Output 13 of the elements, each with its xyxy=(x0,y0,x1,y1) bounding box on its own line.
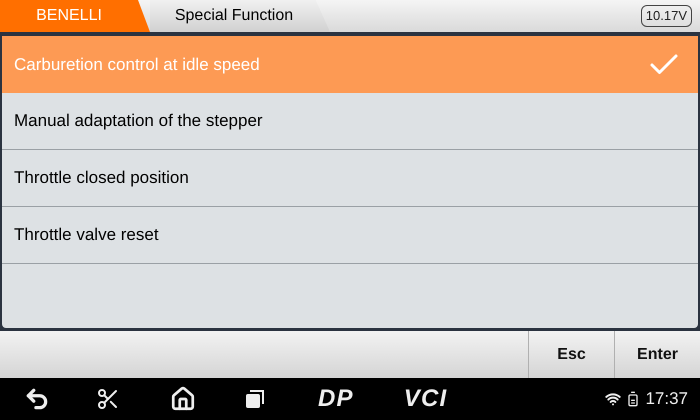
vci-logo[interactable]: VCI xyxy=(404,381,448,417)
wifi-icon xyxy=(605,391,622,407)
scissors-icon[interactable] xyxy=(96,387,120,411)
dp-logo[interactable]: DP xyxy=(318,381,354,417)
voltage-indicator: 10.17V xyxy=(640,5,692,27)
recent-apps-icon[interactable] xyxy=(244,388,266,410)
back-icon[interactable] xyxy=(24,386,50,412)
function-item[interactable]: Throttle valve reset xyxy=(2,207,698,264)
function-item[interactable]: Throttle closed position xyxy=(2,150,698,207)
home-icon[interactable] xyxy=(170,386,196,412)
breadcrumb-tab[interactable]: Special Function xyxy=(150,0,330,32)
clock-time: 17:37 xyxy=(645,388,688,410)
function-item[interactable]: Manual adaptation of the stepper xyxy=(2,93,698,150)
